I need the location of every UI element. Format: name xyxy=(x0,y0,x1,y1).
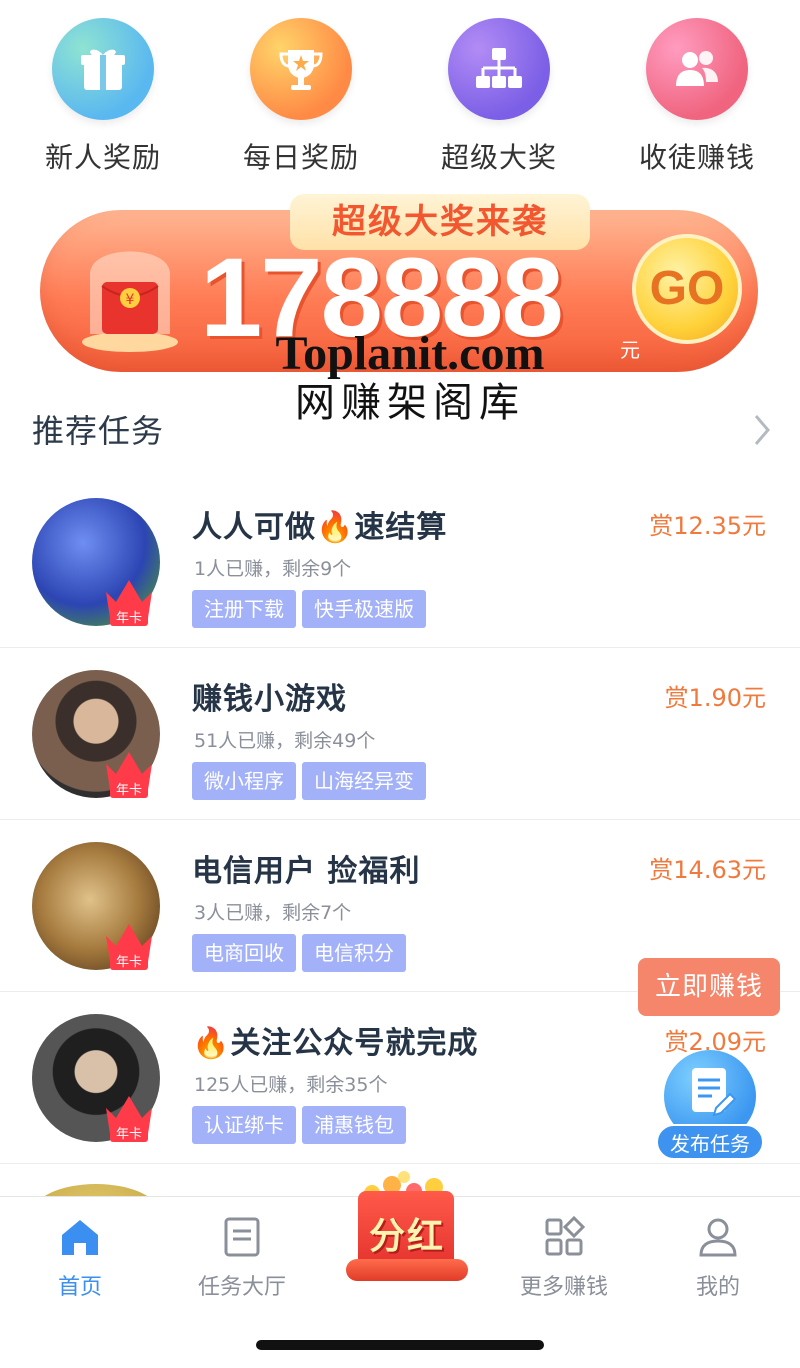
nav-home[interactable]: 首页 xyxy=(10,1215,150,1301)
task-tag: 微小程序 xyxy=(192,762,296,800)
quick-entry-label: 超级大奖 xyxy=(440,141,557,174)
nav-label: 更多赚钱 xyxy=(519,1275,608,1300)
trophy-icon xyxy=(250,18,352,120)
grid-icon xyxy=(545,1215,586,1256)
task-tags: 注册下载 快手极速版 xyxy=(192,590,432,628)
task-tags: 电商回收 电信积分 xyxy=(192,934,412,972)
svg-text:年卡: 年卡 xyxy=(116,783,142,798)
nav-label: 任务大厅 xyxy=(197,1275,286,1300)
chevron-right-icon[interactable] xyxy=(752,412,772,448)
crown-badge-icon: 年卡 xyxy=(106,580,152,626)
go-button[interactable]: GO xyxy=(632,234,742,344)
crown-badge-icon: 年卡 xyxy=(106,752,152,798)
task-tag: 电信积分 xyxy=(302,934,406,972)
task-reward: 赏12.35元 xyxy=(649,512,766,540)
red-packet-base xyxy=(346,1259,468,1281)
task-tag: 山海经异变 xyxy=(302,762,426,800)
crown-badge-icon: 年卡 xyxy=(106,1096,152,1142)
task-tag: 注册下载 xyxy=(192,590,296,628)
task-progress: 125人已赚，剩余35个 xyxy=(194,1074,388,1096)
home-indicator[interactable] xyxy=(256,1340,544,1350)
task-tags: 微小程序 山海经异变 xyxy=(192,762,432,800)
quick-entry-daily-reward[interactable]: 每日奖励 xyxy=(226,18,376,176)
earn-now-button[interactable]: 立即赚钱 xyxy=(638,958,780,1016)
quick-entry-new-user-reward[interactable]: 新人奖励 xyxy=(28,18,178,176)
task-progress: 51人已赚，剩余49个 xyxy=(194,730,376,752)
quick-entry-super-prize[interactable]: 超级大奖 xyxy=(424,18,574,176)
people-icon xyxy=(646,18,748,120)
task-title: 赚钱小游戏 xyxy=(192,682,347,717)
task-hall-icon xyxy=(224,1217,260,1257)
publish-task-label: 发布任务 xyxy=(656,1124,764,1160)
task-tag: 快手极速版 xyxy=(302,590,426,628)
jackpot-unit: 元 xyxy=(620,338,640,362)
task-progress: 1人已赚，剩余9个 xyxy=(194,558,352,580)
nav-dividend[interactable]: 分红 xyxy=(342,1167,472,1297)
task-reward: 赏1.90元 xyxy=(664,684,766,712)
task-title: 电信用户 捡福利 xyxy=(192,854,421,889)
red-envelope-jar-icon: ¥ xyxy=(82,251,178,352)
user-icon xyxy=(699,1218,737,1257)
svg-text:年卡: 年卡 xyxy=(116,1127,142,1142)
nav-task-hall[interactable]: 任务大厅 xyxy=(172,1215,312,1301)
quick-entry-label: 新人奖励 xyxy=(44,141,161,174)
nav-label: 我的 xyxy=(695,1275,740,1300)
home-icon xyxy=(62,1220,98,1255)
section-title: 推荐任务 xyxy=(32,412,165,450)
publish-task-button[interactable]: 发布任务 xyxy=(656,1050,764,1160)
nav-dividend-label: 分红 xyxy=(368,1216,445,1257)
nav-more-earn[interactable]: 更多赚钱 xyxy=(494,1215,634,1301)
task-tag: 浦惠钱包 xyxy=(302,1106,406,1144)
task-tags: 认证绑卡 浦惠钱包 xyxy=(192,1106,412,1144)
task-progress: 3人已赚，剩余7个 xyxy=(194,902,352,924)
crown-badge-icon: 年卡 xyxy=(106,924,152,970)
task-title: 人人可做🔥速结算 xyxy=(192,510,448,545)
nav-label: 首页 xyxy=(57,1275,102,1300)
recommended-tasks-header[interactable]: 推荐任务 xyxy=(32,406,772,456)
quick-entry-label: 收徒赚钱 xyxy=(638,141,755,174)
quick-entry-label: 每日奖励 xyxy=(242,141,359,174)
task-tag: 电商回收 xyxy=(192,934,296,972)
gift-icon xyxy=(52,18,154,120)
hierarchy-icon xyxy=(448,18,550,120)
watermark-logo: Toplanit.com xyxy=(275,327,545,380)
task-title: 🔥关注公众号就完成 xyxy=(192,1026,479,1061)
task-row[interactable]: 年卡 赚钱小游戏 51人已赚，剩余49个 微小程序 山海经异变 赏1.90元 xyxy=(0,648,800,820)
task-reward: 赏14.63元 xyxy=(649,856,766,884)
task-tag: 认证绑卡 xyxy=(192,1106,296,1144)
svg-text:年卡: 年卡 xyxy=(116,611,142,626)
svg-text:年卡: 年卡 xyxy=(116,955,142,970)
quick-entry-recruit-earn[interactable]: 收徒赚钱 xyxy=(622,18,772,176)
task-row[interactable]: 年卡 人人可做🔥速结算 1人已赚，剩余9个 注册下载 快手极速版 赏12.35元 xyxy=(0,476,800,648)
quick-entry-row: 新人奖励 每日奖励 超级大奖 收徒赚钱 xyxy=(0,18,800,178)
svg-text:¥: ¥ xyxy=(126,292,135,308)
nav-mine[interactable]: 我的 xyxy=(648,1215,788,1301)
